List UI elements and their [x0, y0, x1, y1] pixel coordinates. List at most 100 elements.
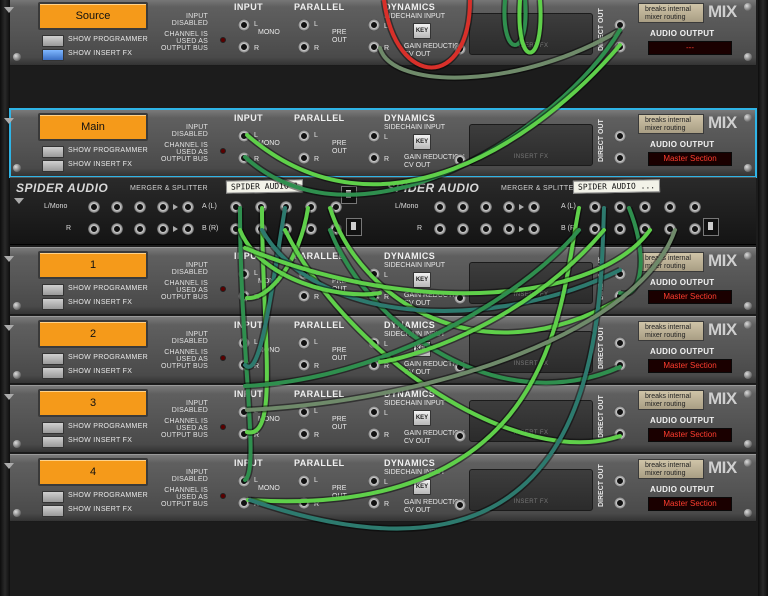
direct-out-r-jack[interactable] [614, 41, 626, 53]
direct-out-l-jack[interactable] [614, 19, 626, 31]
spider-merge-input-jack[interactable] [457, 223, 469, 235]
spider-split-output-jack[interactable] [639, 201, 651, 213]
sidechain-l-jack[interactable] [368, 475, 380, 487]
parallel-r-jack[interactable] [298, 152, 310, 164]
spider-split-output-jack[interactable] [639, 223, 651, 235]
channel-name-field[interactable]: 1 [38, 251, 148, 279]
direct-out-r-jack[interactable] [614, 290, 626, 302]
spider-split-output-jack[interactable] [589, 201, 601, 213]
spider-merge-input-jack[interactable] [88, 201, 100, 213]
show-programmer-button[interactable] [42, 353, 64, 365]
spider-mode-switch[interactable] [703, 218, 719, 236]
show-programmer-button[interactable] [42, 284, 64, 296]
spider-merge-input-jack[interactable] [528, 201, 540, 213]
spider-merge-input-jack[interactable] [480, 223, 492, 235]
sidechain-l-jack[interactable] [368, 130, 380, 142]
gain-reduction-jack[interactable] [454, 361, 466, 373]
key-button[interactable]: KEY [413, 479, 431, 495]
spider-split-output-jack[interactable] [255, 223, 267, 235]
spider-merge-input-jack[interactable] [157, 201, 169, 213]
fold-arrow-icon[interactable] [4, 7, 14, 13]
parallel-r-jack[interactable] [298, 428, 310, 440]
fold-arrow-icon[interactable] [4, 325, 14, 331]
direct-out-l-jack[interactable] [614, 268, 626, 280]
direct-out-l-jack[interactable] [614, 406, 626, 418]
sidechain-r-jack[interactable] [368, 359, 380, 371]
input-r-jack[interactable] [238, 359, 250, 371]
gain-reduction-jack[interactable] [454, 499, 466, 511]
sidechain-l-jack[interactable] [368, 406, 380, 418]
spider-merge-input-jack[interactable] [503, 223, 515, 235]
spider-split-output-jack[interactable] [664, 201, 676, 213]
spider-merge-input-jack[interactable] [457, 201, 469, 213]
input-r-jack[interactable] [238, 497, 250, 509]
parallel-r-jack[interactable] [298, 290, 310, 302]
input-r-jack[interactable] [238, 290, 250, 302]
show-insert-fx-button[interactable] [42, 298, 64, 310]
show-insert-fx-button[interactable] [42, 367, 64, 379]
input-r-jack[interactable] [238, 41, 250, 53]
spider-merge-input-jack[interactable] [134, 201, 146, 213]
gain-reduction-jack[interactable] [454, 43, 466, 55]
gain-reduction-jack[interactable] [454, 154, 466, 166]
sidechain-r-jack[interactable] [368, 428, 380, 440]
spider-split-output-jack[interactable] [689, 201, 701, 213]
gain-reduction-jack[interactable] [454, 292, 466, 304]
insert-fx-slot[interactable]: INSERT FX [469, 400, 593, 442]
spider-merge-input-jack[interactable] [182, 223, 194, 235]
spider-split-output-jack[interactable] [330, 223, 342, 235]
show-programmer-button[interactable] [42, 491, 64, 503]
audio-output-display[interactable]: Master Section [648, 428, 732, 442]
spider-power-switch[interactable] [341, 186, 357, 204]
insert-fx-slot[interactable]: INSERT FX [469, 13, 593, 55]
spider-split-output-jack[interactable] [255, 201, 267, 213]
parallel-r-jack[interactable] [298, 359, 310, 371]
show-insert-fx-button[interactable] [42, 505, 64, 517]
sidechain-r-jack[interactable] [368, 290, 380, 302]
sidechain-l-jack[interactable] [368, 19, 380, 31]
spider-split-output-jack[interactable] [689, 223, 701, 235]
audio-output-display[interactable]: Master Section [648, 152, 732, 166]
fold-arrow-icon[interactable] [4, 463, 14, 469]
show-programmer-button[interactable] [42, 35, 64, 47]
channel-name-field[interactable]: 2 [38, 320, 148, 348]
spider-split-output-jack[interactable] [305, 201, 317, 213]
parallel-l-jack[interactable] [298, 337, 310, 349]
gain-reduction-jack[interactable] [454, 430, 466, 442]
key-button[interactable]: KEY [413, 134, 431, 150]
key-button[interactable]: KEY [413, 272, 431, 288]
sidechain-l-jack[interactable] [368, 268, 380, 280]
direct-out-r-jack[interactable] [614, 428, 626, 440]
spider-split-output-jack[interactable] [614, 201, 626, 213]
spider-split-output-jack[interactable] [614, 223, 626, 235]
spider-merge-input-jack[interactable] [434, 223, 446, 235]
channel-name-field[interactable]: Source [38, 2, 148, 30]
key-button[interactable]: KEY [413, 341, 431, 357]
insert-fx-slot[interactable]: INSERT FX [469, 262, 593, 304]
spider-merge-input-jack[interactable] [157, 223, 169, 235]
audio-output-display[interactable]: Master Section [648, 290, 732, 304]
spider-split-output-jack[interactable] [330, 201, 342, 213]
show-insert-fx-button[interactable] [42, 436, 64, 448]
show-programmer-button[interactable] [42, 422, 64, 434]
fold-arrow-icon[interactable] [4, 256, 14, 262]
spider-merge-input-jack[interactable] [182, 201, 194, 213]
audio-output-display[interactable]: Master Section [648, 497, 732, 511]
fold-arrow-icon[interactable] [14, 198, 24, 204]
channel-name-field[interactable]: Main [38, 113, 148, 141]
input-l-jack[interactable] [238, 19, 250, 31]
insert-fx-slot[interactable]: INSERT FX [469, 469, 593, 511]
direct-out-r-jack[interactable] [614, 152, 626, 164]
direct-out-r-jack[interactable] [614, 497, 626, 509]
input-l-jack[interactable] [238, 130, 250, 142]
channel-name-field[interactable]: 4 [38, 458, 148, 486]
direct-out-r-jack[interactable] [614, 359, 626, 371]
show-insert-fx-button[interactable] [42, 160, 64, 172]
direct-out-l-jack[interactable] [614, 337, 626, 349]
show-insert-fx-button[interactable] [42, 49, 64, 61]
sidechain-l-jack[interactable] [368, 337, 380, 349]
input-l-jack[interactable] [238, 475, 250, 487]
direct-out-l-jack[interactable] [614, 475, 626, 487]
spider-split-output-jack[interactable] [664, 223, 676, 235]
spider-merge-input-jack[interactable] [88, 223, 100, 235]
